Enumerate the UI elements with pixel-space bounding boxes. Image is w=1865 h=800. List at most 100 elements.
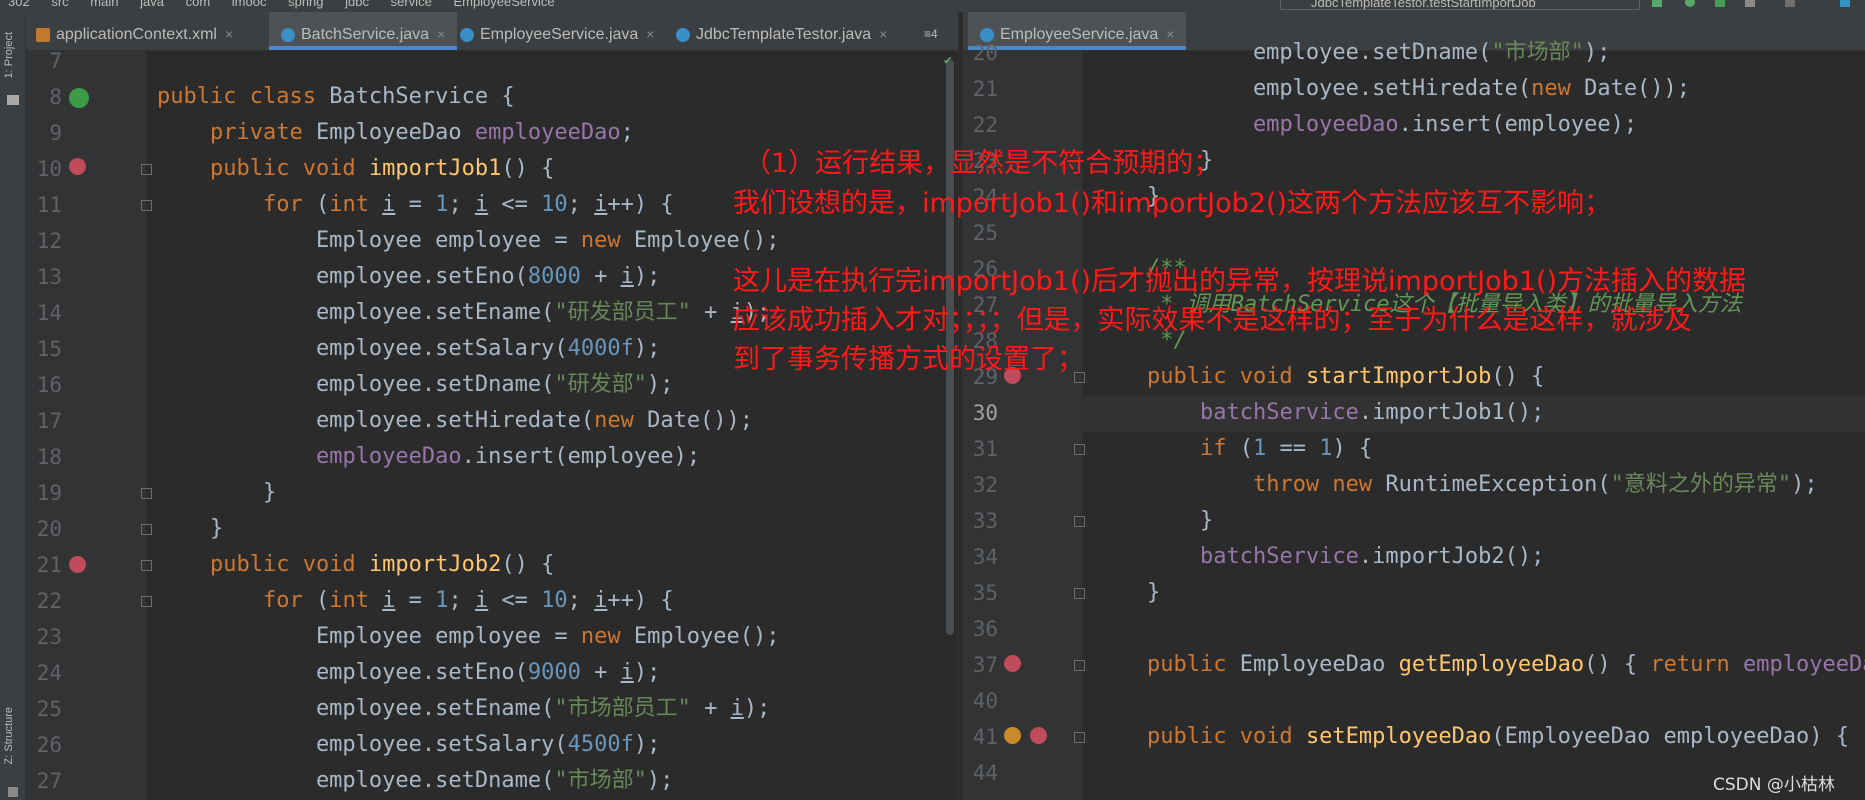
code-line[interactable]: batchService.importJob1(); (1094, 395, 1544, 431)
line-number[interactable]: 15 (22, 331, 62, 367)
code-line[interactable]: throw new RuntimeException("意料之外的异常"); (1094, 467, 1818, 503)
code-line[interactable]: public EmployeeDao getEmployeeDao() { re… (1094, 647, 1865, 683)
breadcrumb-item[interactable]: imooc (232, 0, 267, 9)
code-line[interactable]: if (1 == 1) { (1094, 431, 1372, 467)
profile-icon[interactable] (1745, 0, 1755, 7)
fold-marker[interactable] (1074, 660, 1085, 671)
implemented-method-icon[interactable] (69, 158, 86, 175)
line-number[interactable]: 11 (22, 187, 62, 223)
fold-marker[interactable] (1074, 732, 1085, 743)
code-line[interactable]: public void startImportJob() { (1094, 359, 1544, 395)
structure-tool-tab[interactable]: Z: Structure (3, 707, 15, 764)
line-number[interactable]: 19 (22, 475, 62, 511)
line-number[interactable]: 36 (958, 611, 998, 647)
code-line[interactable]: employeeDao.insert(employee); (1094, 107, 1637, 143)
line-number[interactable]: 25 (22, 691, 62, 727)
folder-icon[interactable] (7, 95, 19, 105)
code-line[interactable]: Employee employee = new Employee(); (157, 223, 780, 259)
line-number[interactable]: 8 (22, 79, 62, 115)
code-line[interactable]: employee.setEno(8000 + i); (157, 259, 660, 295)
breadcrumb-item[interactable]: 302 (8, 0, 30, 9)
breadcrumb-item[interactable]: com (186, 0, 211, 9)
breadcrumb-item[interactable]: EmployeeService (453, 0, 554, 9)
line-number[interactable]: 35 (958, 575, 998, 611)
line-number[interactable]: 30 (958, 395, 998, 431)
line-number[interactable]: 27 (22, 763, 62, 799)
fold-marker[interactable] (141, 164, 152, 175)
build-icon[interactable] (1840, 0, 1850, 7)
code-line[interactable]: employee.setSalary(4500f); (157, 727, 660, 763)
tab-applicationcontext[interactable]: applicationContext.xml × (36, 12, 233, 50)
tab-employeeservice[interactable]: EmployeeService.java × (460, 12, 654, 50)
fold-marker[interactable] (141, 560, 152, 571)
code-line[interactable]: private EmployeeDao employeeDao; (157, 115, 634, 151)
line-number[interactable]: 22 (958, 107, 998, 143)
run-icon[interactable] (1652, 0, 1662, 7)
code-line[interactable]: batchService.importJob2(); (1094, 539, 1544, 575)
code-line[interactable]: for (int i = 1; i <= 10; i++) { (157, 187, 674, 223)
line-number[interactable]: 18 (22, 439, 62, 475)
line-number[interactable]: 34 (958, 539, 998, 575)
code-line[interactable]: } (1094, 575, 1160, 611)
project-tool-tab[interactable]: 1: Project (3, 32, 15, 78)
code-line[interactable]: for (int i = 1; i <= 10; i++) { (157, 583, 674, 619)
breadcrumb-item[interactable]: jdbc (345, 0, 369, 9)
line-number[interactable]: 12 (22, 223, 62, 259)
line-number[interactable]: 14 (22, 295, 62, 331)
line-number[interactable]: 41 (958, 719, 998, 755)
line-number[interactable]: 26 (22, 727, 62, 763)
tab-batchservice[interactable]: BatchService.java × (269, 12, 458, 50)
code-line[interactable]: } (157, 475, 276, 511)
line-number[interactable]: 37 (958, 647, 998, 683)
code-line[interactable]: employee.setDname("市场部"); (1094, 35, 1610, 71)
line-number[interactable]: 44 (958, 755, 998, 791)
line-number[interactable]: 16 (22, 367, 62, 403)
run-gutter-icon[interactable] (69, 88, 89, 108)
line-number[interactable]: 10 (22, 151, 62, 187)
breadcrumb-item[interactable]: src (51, 0, 68, 9)
close-icon[interactable]: × (879, 26, 887, 42)
code-line[interactable]: } (1094, 503, 1213, 539)
tab-jdbctemplatetestor[interactable]: JdbcTemplateTestor.java × (676, 12, 887, 50)
line-number[interactable]: 20 (958, 35, 998, 71)
fold-marker[interactable] (141, 200, 152, 211)
debug-icon[interactable] (1685, 0, 1695, 7)
line-number[interactable]: 25 (958, 215, 998, 251)
code-line[interactable]: public void importJob1() { (157, 151, 554, 187)
code-line[interactable]: employee.setHiredate(new Date()); (1094, 71, 1690, 107)
code-line[interactable]: employee.setSalary(4000f); (157, 331, 660, 367)
property-icon[interactable] (1004, 727, 1021, 744)
code-line[interactable]: employee.setEname("市场部员工" + i); (157, 691, 770, 727)
code-line[interactable]: public class BatchService { (157, 79, 515, 115)
fold-marker[interactable] (141, 524, 152, 535)
breadcrumb-item[interactable]: spring (288, 0, 323, 9)
implemented-method-icon[interactable] (1030, 727, 1047, 744)
line-number[interactable]: 32 (958, 467, 998, 503)
code-line[interactable]: public void importJob2() { (157, 547, 554, 583)
line-number[interactable]: 33 (958, 503, 998, 539)
implemented-method-icon[interactable] (69, 556, 86, 573)
line-number[interactable]: 21 (958, 71, 998, 107)
close-icon[interactable]: × (437, 26, 445, 42)
breadcrumb-item[interactable]: service (391, 0, 432, 9)
fold-marker[interactable] (1074, 444, 1085, 455)
code-line[interactable]: public void setEmployeeDao(EmployeeDao e… (1094, 719, 1849, 755)
line-number[interactable]: 17 (22, 403, 62, 439)
code-line[interactable]: employee.setEname("研发部员工" + i); (157, 295, 770, 331)
code-line[interactable]: employee.setHiredate(new Date()); (157, 403, 753, 439)
run-configuration-select[interactable]: JdbcTemplateTestor.testStartImportJob (1280, 0, 1640, 10)
fold-marker[interactable] (1074, 516, 1085, 527)
close-icon[interactable]: × (225, 26, 233, 42)
line-number[interactable]: 24 (22, 655, 62, 691)
line-number[interactable]: 22 (22, 583, 62, 619)
line-number[interactable]: 23 (22, 619, 62, 655)
line-number[interactable]: 31 (958, 431, 998, 467)
code-line[interactable]: employee.setEno(9000 + i); (157, 655, 660, 691)
code-line[interactable]: Employee employee = new Employee(); (157, 619, 780, 655)
structure-icon[interactable] (8, 787, 18, 797)
line-number[interactable]: 20 (22, 511, 62, 547)
code-line[interactable]: employee.setDname("研发部"); (157, 367, 673, 403)
line-number[interactable]: 9 (22, 115, 62, 151)
fold-marker[interactable] (1074, 588, 1085, 599)
breadcrumb-item[interactable]: java (140, 0, 164, 9)
